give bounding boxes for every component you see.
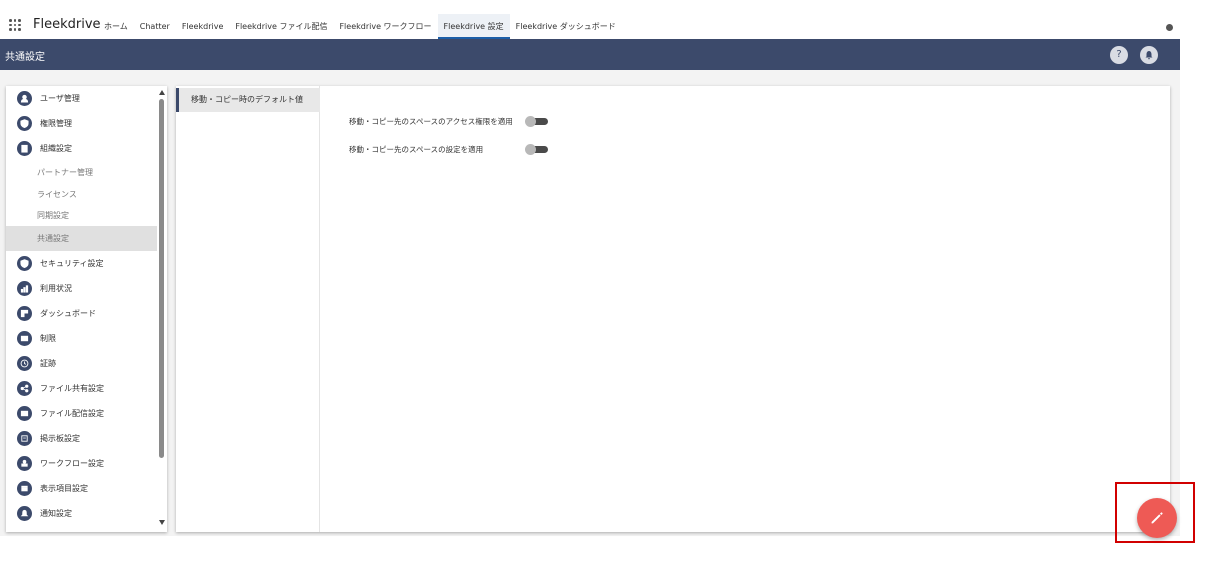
highlight-box — [1115, 482, 1195, 543]
app-launcher-icon[interactable] — [9, 19, 21, 31]
limit-icon — [17, 331, 32, 346]
bell-icon — [1145, 51, 1153, 60]
user-icon — [17, 91, 32, 106]
sidebar-item-label: 利用状況 — [40, 284, 72, 293]
setting-row-apply-space-settings: 移動・コピー先のスペースの設定を適用 — [349, 142, 483, 156]
sidebar-item-user-management[interactable]: ユーザ管理 — [6, 86, 157, 111]
sidebar-item-label: ユーザ管理 — [40, 94, 80, 103]
sidebar-item-label: ファイル共有設定 — [40, 384, 104, 393]
app-name: Fleekdrive — [33, 17, 101, 32]
sidebar-subitem-label: パートナー管理 — [37, 167, 93, 177]
shield-check-icon — [17, 116, 32, 131]
sidebar-item-label: 権限管理 — [40, 119, 72, 128]
apply-space-settings-toggle[interactable] — [525, 144, 548, 155]
sidebar-item-organization-settings[interactable]: 組織設定 — [6, 136, 157, 161]
page-header: 共通設定 ? — [0, 39, 1180, 70]
sidebar-subitem-partner-management[interactable]: パートナー管理 — [6, 161, 157, 183]
sidebar-item-label: ファイル配信設定 — [40, 409, 104, 418]
sidebar-subitem-common-settings[interactable]: 共通設定 — [6, 226, 157, 251]
sidebar-item-security-settings[interactable]: セキュリティ設定 — [6, 251, 157, 276]
settings-sidebar: ユーザ管理 権限管理 組織設定 パートナー管理 ライセンス 同期設定 共通設定 … — [6, 86, 167, 532]
sidebar-item-workflow-settings[interactable]: ワークフロー設定 — [6, 451, 157, 476]
sidebar-subitem-label: 共通設定 — [37, 234, 69, 243]
sidebar-subitem-license[interactable]: ライセンス — [6, 183, 157, 205]
tab-settings[interactable]: Fleekdrive 設定 — [437, 14, 510, 39]
main-panel: 移動・コピー時のデフォルト値 移動・コピー先のスペースのアクセス権限を適用 移動… — [176, 86, 1170, 532]
top-navigation: Fleekdrive ホーム Chatter Fleekdrive Fleekd… — [0, 0, 1206, 39]
app-root: Fleekdrive ホーム Chatter Fleekdrive Fleekd… — [0, 0, 1206, 566]
toggle-knob — [525, 144, 536, 155]
list-icon — [17, 481, 32, 496]
workflow-icon — [17, 456, 32, 471]
sidebar-item-label: ダッシュボード — [40, 309, 96, 318]
subnav-item-move-copy-defaults[interactable]: 移動・コピー時のデフォルト値 — [176, 88, 320, 112]
sidebar-item-file-delivery-settings[interactable]: ファイル配信設定 — [6, 401, 157, 426]
sidebar-scrollbar[interactable] — [158, 86, 167, 532]
tab-file-delivery[interactable]: Fleekdrive ファイル配信 — [229, 14, 333, 39]
sidebar-item-label: 通知設定 — [40, 509, 72, 518]
share-icon — [17, 381, 32, 396]
tab-fleekdrive[interactable]: Fleekdrive — [176, 14, 230, 39]
nav-settings-icon[interactable] — [1166, 24, 1173, 31]
sidebar-subitem-label: ライセンス — [37, 189, 77, 199]
notification-button[interactable] — [1140, 46, 1158, 64]
sidebar-subitem-label: 同期設定 — [37, 210, 69, 220]
settings-subnav: 移動・コピー時のデフォルト値 — [176, 86, 320, 532]
mail-icon — [17, 406, 32, 421]
sidebar-item-label: 組織設定 — [40, 144, 72, 153]
sidebar-item-display-field-settings[interactable]: 表示項目設定 — [6, 476, 157, 501]
setting-label: 移動・コピー先のスペースの設定を適用 — [349, 144, 484, 154]
sidebar-item-board-settings[interactable]: 掲示板設定 — [6, 426, 157, 451]
toggle-knob — [525, 116, 536, 127]
nav-tabs: ホーム Chatter Fleekdrive Fleekdrive ファイル配信… — [98, 14, 622, 39]
security-shield-icon — [17, 256, 32, 271]
sidebar-item-usage[interactable]: 利用状況 — [6, 276, 157, 301]
sidebar-item-label: ワークフロー設定 — [40, 459, 104, 468]
scroll-up-arrow-icon[interactable] — [159, 90, 165, 95]
board-icon — [17, 431, 32, 446]
sidebar-item-label: 表示項目設定 — [40, 484, 88, 493]
tab-chatter[interactable]: Chatter — [134, 14, 176, 39]
sidebar-item-label: セキュリティ設定 — [40, 259, 104, 268]
sidebar-item-label: 制限 — [40, 334, 56, 343]
sidebar-item-file-share-settings[interactable]: ファイル共有設定 — [6, 376, 157, 401]
sidebar-item-notification-settings[interactable]: 通知設定 — [6, 501, 157, 526]
sidebar-item-limits[interactable]: 制限 — [6, 326, 157, 351]
sidebar-item-audit-trail[interactable]: 証跡 — [6, 351, 157, 376]
sidebar-item-dashboard[interactable]: ダッシュボード — [6, 301, 157, 326]
apply-access-rights-toggle[interactable] — [525, 116, 548, 127]
dashboard-icon — [17, 306, 32, 321]
help-button[interactable]: ? — [1110, 46, 1128, 64]
sidebar-item-label: 掲示板設定 — [40, 434, 80, 443]
tab-home[interactable]: ホーム — [98, 14, 134, 39]
scroll-down-arrow-icon[interactable] — [159, 520, 165, 525]
tab-dashboard[interactable]: Fleekdrive ダッシュボード — [510, 14, 622, 39]
setting-row-apply-access-rights: 移動・コピー先のスペースのアクセス権限を適用 — [349, 114, 513, 128]
sidebar-item-label: 証跡 — [40, 359, 56, 368]
bell-icon — [17, 506, 32, 521]
page-title: 共通設定 — [5, 52, 45, 63]
scroll-thumb[interactable] — [159, 99, 164, 458]
sidebar-subitem-sync-settings[interactable]: 同期設定 — [6, 204, 157, 226]
setting-label: 移動・コピー先のスペースのアクセス権限を適用 — [349, 116, 513, 126]
tab-workflow[interactable]: Fleekdrive ワークフロー — [333, 14, 437, 39]
building-icon — [17, 141, 32, 156]
clock-icon — [17, 356, 32, 371]
usage-chart-icon — [17, 281, 32, 296]
sidebar-item-permission-management[interactable]: 権限管理 — [6, 111, 157, 136]
